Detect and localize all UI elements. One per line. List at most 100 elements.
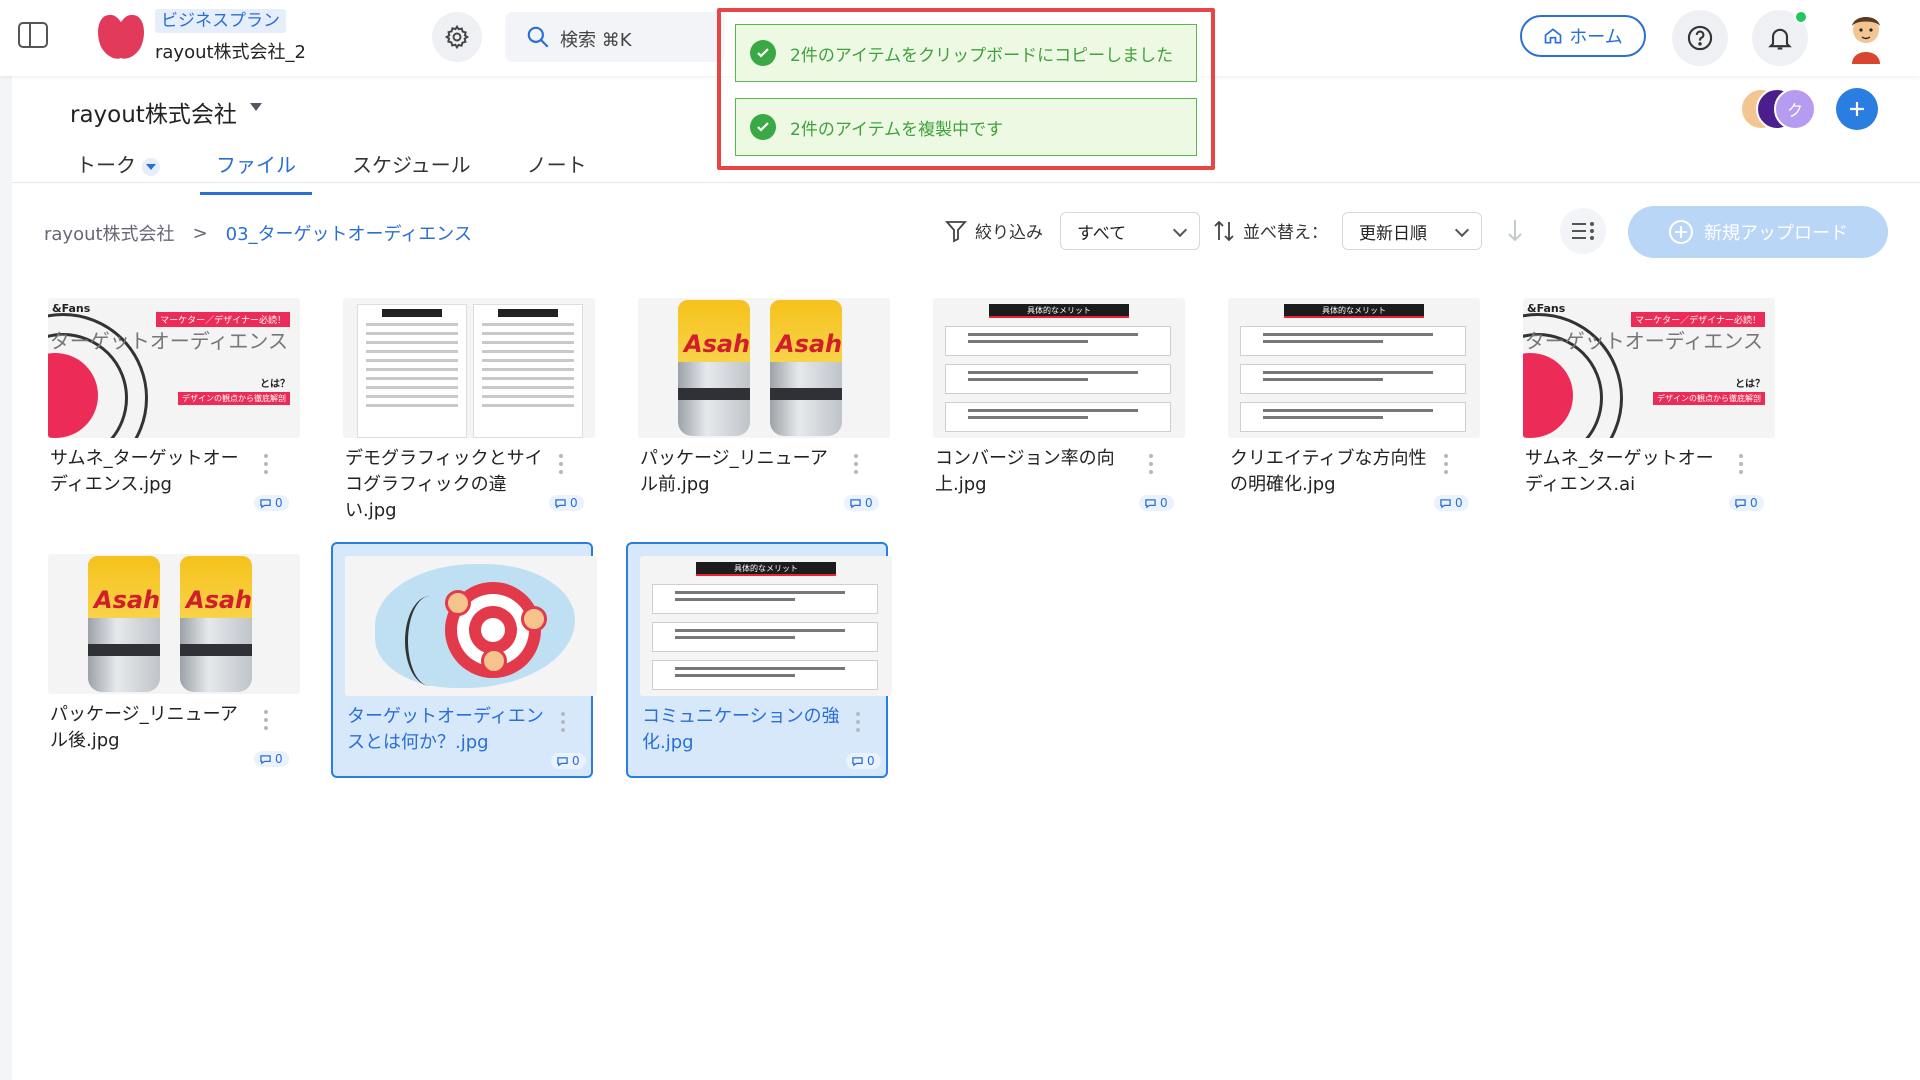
chevron-down-icon[interactable] — [142, 157, 160, 176]
more-options-icon[interactable] — [856, 712, 860, 736]
chevron-right-icon: > — [192, 222, 208, 244]
comment-icon — [850, 498, 861, 508]
comment-icon — [555, 498, 566, 508]
toast-copied: 2件のアイテムをクリップボードにコピーしました — [735, 24, 1197, 82]
more-options-icon[interactable] — [1444, 454, 1448, 478]
file-name[interactable]: パッケージ_リニューアル前.jpg — [640, 446, 840, 498]
tab-talk[interactable]: トーク — [60, 145, 176, 195]
comment-icon — [260, 498, 271, 508]
sort-label-text: 並べ替え： — [1243, 223, 1328, 243]
member-avatars[interactable]: ク — [1740, 88, 1820, 130]
add-member-button[interactable] — [1836, 88, 1878, 130]
more-options-icon[interactable] — [1739, 454, 1743, 478]
plus-circle-icon — [1669, 220, 1693, 244]
bell-icon — [1768, 28, 1792, 50]
file-name[interactable]: コンバージョン率の向上.jpg — [935, 446, 1135, 498]
comment-count[interactable]: 0 — [846, 753, 881, 769]
more-options-icon[interactable] — [854, 454, 858, 478]
more-options-icon[interactable] — [264, 710, 268, 734]
toast-container: 2件のアイテムをクリップボードにコピーしました 2件のアイテムを複製中です — [717, 8, 1215, 170]
toast-message: 2件のアイテムをクリップボードにコピーしました — [790, 45, 1174, 66]
search-placeholder: 検索 ⌘K — [560, 30, 632, 51]
search-input[interactable]: 検索 ⌘K — [505, 12, 725, 62]
home-label: ホーム — [1569, 27, 1623, 48]
home-button[interactable]: ホーム — [1520, 15, 1646, 57]
comment-icon — [557, 756, 568, 766]
file-card[interactable]: 具体的なメリットクリエイティブな方向性の明確化.jpg 0 — [1216, 286, 1480, 522]
file-name[interactable]: コミュニケーションの強化.jpg — [642, 704, 842, 756]
file-name[interactable]: パッケージ_リニューアル後.jpg — [50, 702, 250, 754]
file-name[interactable]: サムネ_ターゲットオーディエンス.jpg — [50, 446, 250, 498]
workspace-tabs: トーク ファイル スケジュール ノート — [60, 145, 627, 195]
file-card[interactable]: AsahiAsahi パッケージ_リニューアル後.jpg0 — [36, 542, 300, 778]
comment-count[interactable]: 0 — [1434, 495, 1469, 511]
tab-schedule[interactable]: スケジュール — [336, 145, 487, 195]
comment-icon — [1145, 498, 1156, 508]
tab-notes[interactable]: ノート — [511, 145, 603, 195]
sort-label: 並べ替え： — [1213, 218, 1328, 243]
thumbnail — [345, 556, 597, 696]
file-name[interactable]: デモグラフィックとサイコグラフィックの違い.jpg — [345, 446, 545, 524]
filter-label-text: 絞り込み — [975, 223, 1043, 243]
help-button[interactable] — [1672, 10, 1728, 66]
file-card[interactable]: &Fans マーケター／デザイナー必読！ ターゲットオーディエンス とは？ デザインの観… — [1511, 286, 1775, 522]
filter-label: 絞り込み — [945, 218, 1043, 243]
comment-count[interactable]: 0 — [549, 495, 584, 511]
help-icon — [1687, 25, 1713, 51]
comment-count[interactable]: 0 — [844, 495, 879, 511]
file-name[interactable]: クリエイティブな方向性の明確化.jpg — [1230, 446, 1430, 498]
user-avatar[interactable] — [1838, 8, 1894, 64]
list-view-button[interactable] — [1560, 208, 1606, 254]
file-card[interactable]: 具体的なメリットコミュニケーションの強化.jpg 0 — [626, 542, 892, 778]
sidebar-toggle-icon[interactable] — [18, 22, 48, 48]
file-card[interactable]: &Fans マーケター／デザイナー必読！ ターゲットオーディエンス とは？ デザインの観… — [36, 286, 300, 522]
plus-icon — [1850, 102, 1864, 116]
comment-count[interactable]: 0 — [1139, 495, 1174, 511]
workspace-dropdown-icon[interactable] — [250, 103, 262, 111]
thumbnail — [343, 298, 595, 438]
filter-select[interactable]: すべて — [1060, 212, 1200, 250]
file-name[interactable]: サムネ_ターゲットオーディエンス.ai — [1525, 446, 1725, 498]
comment-icon — [260, 754, 271, 764]
thumbnail: 具体的なメリット — [1228, 298, 1480, 438]
file-card[interactable]: 具体的なメリット コンバージョン率の向上.jpg 0 — [921, 286, 1185, 522]
more-options-icon[interactable] — [559, 454, 563, 478]
sort-direction-icon[interactable] — [1505, 218, 1525, 244]
thumbnail: &Fans マーケター／デザイナー必読！ ターゲットオーディエンス とは？ デザインの観… — [48, 298, 300, 438]
comment-count[interactable]: 0 — [551, 753, 586, 769]
app-logo[interactable] — [95, 10, 147, 62]
settings-button[interactable] — [432, 12, 482, 62]
file-card[interactable]: ターゲットオーディエンスとは何か？.jpg 0 — [331, 542, 597, 778]
file-name[interactable]: ターゲットオーディエンスとは何か？.jpg — [347, 704, 547, 756]
company-name[interactable]: rayout株式会社_2 — [155, 38, 306, 64]
breadcrumb-current[interactable]: 03_ターゲットオーディエンス — [226, 220, 472, 246]
workspace-title[interactable]: rayout株式会社 — [70, 95, 237, 129]
notification-dot — [1794, 10, 1808, 24]
comment-icon — [1735, 498, 1746, 508]
chevron-down-icon — [1454, 222, 1470, 238]
comment-count[interactable]: 0 — [254, 495, 289, 511]
file-card[interactable]: AsahiAsahi パッケージ_リニューアル前.jpg0 — [626, 286, 890, 522]
plan-badge: ビジネスプラン — [155, 9, 286, 33]
more-options-icon[interactable] — [264, 454, 268, 478]
new-upload-button[interactable]: 新規アップロード — [1628, 206, 1888, 258]
filter-value: すべて — [1077, 223, 1127, 244]
tab-label: トーク — [76, 153, 136, 177]
breadcrumb-root[interactable]: rayout株式会社 — [44, 220, 175, 246]
thumbnail: 具体的なメリット — [640, 556, 892, 696]
check-circle-icon — [750, 40, 776, 66]
member-avatar: ク — [1774, 88, 1816, 130]
comment-icon — [1440, 498, 1451, 508]
more-options-icon[interactable] — [1149, 454, 1153, 478]
file-card[interactable]: デモグラフィックとサイコグラフィックの違い.jpg 0 — [331, 286, 595, 524]
comment-count[interactable]: 0 — [1729, 495, 1764, 511]
more-options-icon[interactable] — [561, 712, 565, 736]
filter-icon — [945, 220, 967, 242]
sort-value: 更新日順 — [1359, 223, 1427, 244]
tab-label: ファイル — [216, 153, 296, 177]
tab-files[interactable]: ファイル — [200, 145, 312, 195]
sort-select[interactable]: 更新日順 — [1342, 212, 1482, 250]
comment-count[interactable]: 0 — [254, 751, 289, 767]
toast-duplicating: 2件のアイテムを複製中です — [735, 98, 1197, 156]
toast-message: 2件のアイテムを複製中です — [790, 119, 1004, 140]
